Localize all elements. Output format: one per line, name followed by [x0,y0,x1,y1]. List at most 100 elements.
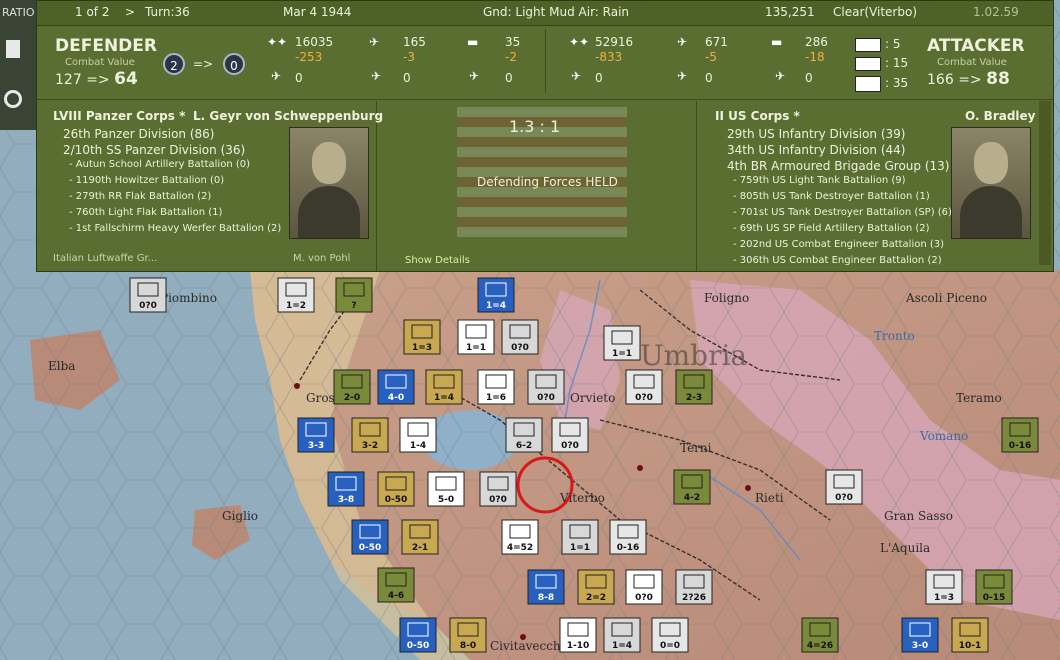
attacker-air3: 0 [805,71,813,85]
defender-air1: 0 [295,71,303,85]
unit-counter[interactable]: 1=3 [403,319,441,355]
defender-rating-to-icon: 0 [223,53,245,75]
unit-counter-label: 2-0 [344,393,360,403]
unit-counter[interactable]: 0?0 [625,569,663,605]
attacker-corps: II US Corps * [715,109,800,123]
unit-counter[interactable]: 8-8 [527,569,565,605]
unit-counter[interactable]: 1=4 [603,617,641,653]
unit-counter[interactable]: 0?0 [479,471,517,507]
unit-counter-label: 8-8 [538,593,554,603]
unit-counter[interactable]: 0-15 [975,569,1013,605]
unit-counter-label: 0=0 [660,641,680,651]
unit-counter[interactable]: 3-3 [297,417,335,453]
unit-counter-label: 1=4 [612,641,632,651]
show-details-link[interactable]: Show Details [405,255,470,266]
defender-unit-item: - 1st Fallschirm Heavy Werfer Battalion … [69,223,282,234]
attacker-men-loss: -833 [595,50,623,64]
unit-counter[interactable]: 4-2 [673,469,711,505]
unit-counter[interactable]: 6-2 [505,417,543,453]
attacker-unit-item: - 805th US Tank Destroyer Battalion (1) [733,191,930,202]
unit-counter[interactable]: 3-0 [901,617,939,653]
defender-cv: 127 => 64 [55,69,138,89]
unit-counter[interactable]: 0-50 [399,617,437,653]
infantry-modifier-icon [855,76,881,92]
unit-counter-label: 1=6 [486,393,506,403]
tank-icon: ▬ [467,35,479,49]
unit-counter[interactable]: 0?0 [129,277,167,313]
unit-counter[interactable]: 1-4 [399,417,437,453]
attacker-unit-item: - 759th US Light Tank Battalion (9) [733,175,906,186]
attacker-cv: 166 => 88 [927,69,1010,89]
unit-counter[interactable]: 1=1 [457,319,495,355]
unit-counter[interactable]: 0?0 [551,417,589,453]
map-label-elba: Elba [48,359,75,373]
unit-counter[interactable]: 2?26 [675,569,713,605]
factory-icon[interactable] [6,40,20,58]
unit-counter[interactable]: 0-16 [1001,417,1039,453]
unit-counter[interactable]: 2-0 [333,369,371,405]
date-label: Mar 4 1944 [283,5,352,19]
unit-counter[interactable]: 1=1 [603,325,641,361]
unit-counter[interactable]: 0=0 [651,617,689,653]
unit-counter[interactable]: 0-16 [609,519,647,555]
attacker-title: ATTACKER [927,36,1025,56]
unit-counter[interactable]: 1-10 [559,617,597,653]
unit-counter-label: 3-0 [912,641,928,651]
attacker-bomber-icon: ✈ [677,69,688,83]
weather-label: Gnd: Light Mud Air: Rain [483,5,630,19]
unit-counter[interactable]: 1=3 [925,569,963,605]
attacker-air1: 0 [595,71,603,85]
unit-counter[interactable]: 1=6 [477,369,515,405]
unit-counter[interactable]: 1=4 [477,277,515,313]
unit-counter[interactable]: 0?0 [825,469,863,505]
attacker-unit-item: - 202nd US Combat Engineer Battalion (3) [733,239,945,250]
map-label-ascolipiceno: Ascoli Piceno [905,291,987,305]
unit-counter[interactable]: 0?0 [625,369,663,405]
unit-counter-label: 5-0 [438,495,454,505]
next-page-button[interactable]: > [125,5,135,19]
unit-counter[interactable]: 0-50 [377,471,415,507]
unit-counter-label: 0?0 [835,493,853,503]
unit-counter-label: 0-16 [617,543,640,553]
unit-counter[interactable]: 3-2 [351,417,389,453]
unit-counter[interactable]: 0?0 [527,369,565,405]
unit-counter[interactable]: 0?0 [501,319,539,355]
unit-counter-label: 1-4 [410,441,426,451]
defender-unit-item: 26th Panzer Division (86) [63,127,215,141]
unit-counter[interactable]: 1=2 [277,277,315,313]
attacker-unit-item: - 69th US SP Field Artillery Battalion (… [733,223,930,234]
attacker-gun-icon: ✈ [677,35,688,49]
unit-counter[interactable]: 4-0 [377,369,415,405]
defender-unit-item: 2/10th SS Panzer Division (36) [63,143,246,157]
attacker-cv-label: Combat Value [937,57,1007,68]
supply-modifier-icon [855,57,881,71]
unit-counter-label: 2?26 [682,593,706,603]
unit-counter[interactable]: 2-1 [401,519,439,555]
unit-counter[interactable]: 1=4 [425,369,463,405]
unit-counter[interactable]: 0-50 [351,519,389,555]
unit-counter[interactable]: 10-1 [951,617,989,653]
unit-counter[interactable]: 4=52 [501,519,539,555]
defender-unit-item: - 1190th Howitzer Battalion (0) [69,175,225,186]
unit-counter[interactable]: 4=26 [801,617,839,653]
unit-counter[interactable]: 5-0 [427,471,465,507]
map-label-vomano: Vomano [919,429,968,443]
defender-title: DEFENDER [55,36,157,56]
unit-counter-label: 0-16 [1009,441,1032,451]
map-label-foligno: Foligno [704,291,749,305]
map-label-teramo: Teramo [956,391,1002,405]
turn-label: Turn:36 [145,5,190,19]
location-label: Clear(Viterbo) [833,5,918,19]
unit-counter[interactable]: 2=2 [577,569,615,605]
unit-counter-label: 0?0 [511,343,529,353]
settings-icon[interactable] [4,90,22,108]
unit-counter[interactable]: 3-8 [327,471,365,507]
unit-counter[interactable]: ? [335,277,373,313]
unit-counter[interactable]: 1=1 [561,519,599,555]
unit-counter[interactable]: 2-3 [675,369,713,405]
attacker-tank-icon: ▬ [771,35,783,49]
report-scrollbar[interactable] [1039,101,1051,265]
unit-counter[interactable]: 4-6 [377,567,415,603]
unit-counter-label: 3-8 [338,495,354,505]
unit-counter[interactable]: 8-0 [449,617,487,653]
